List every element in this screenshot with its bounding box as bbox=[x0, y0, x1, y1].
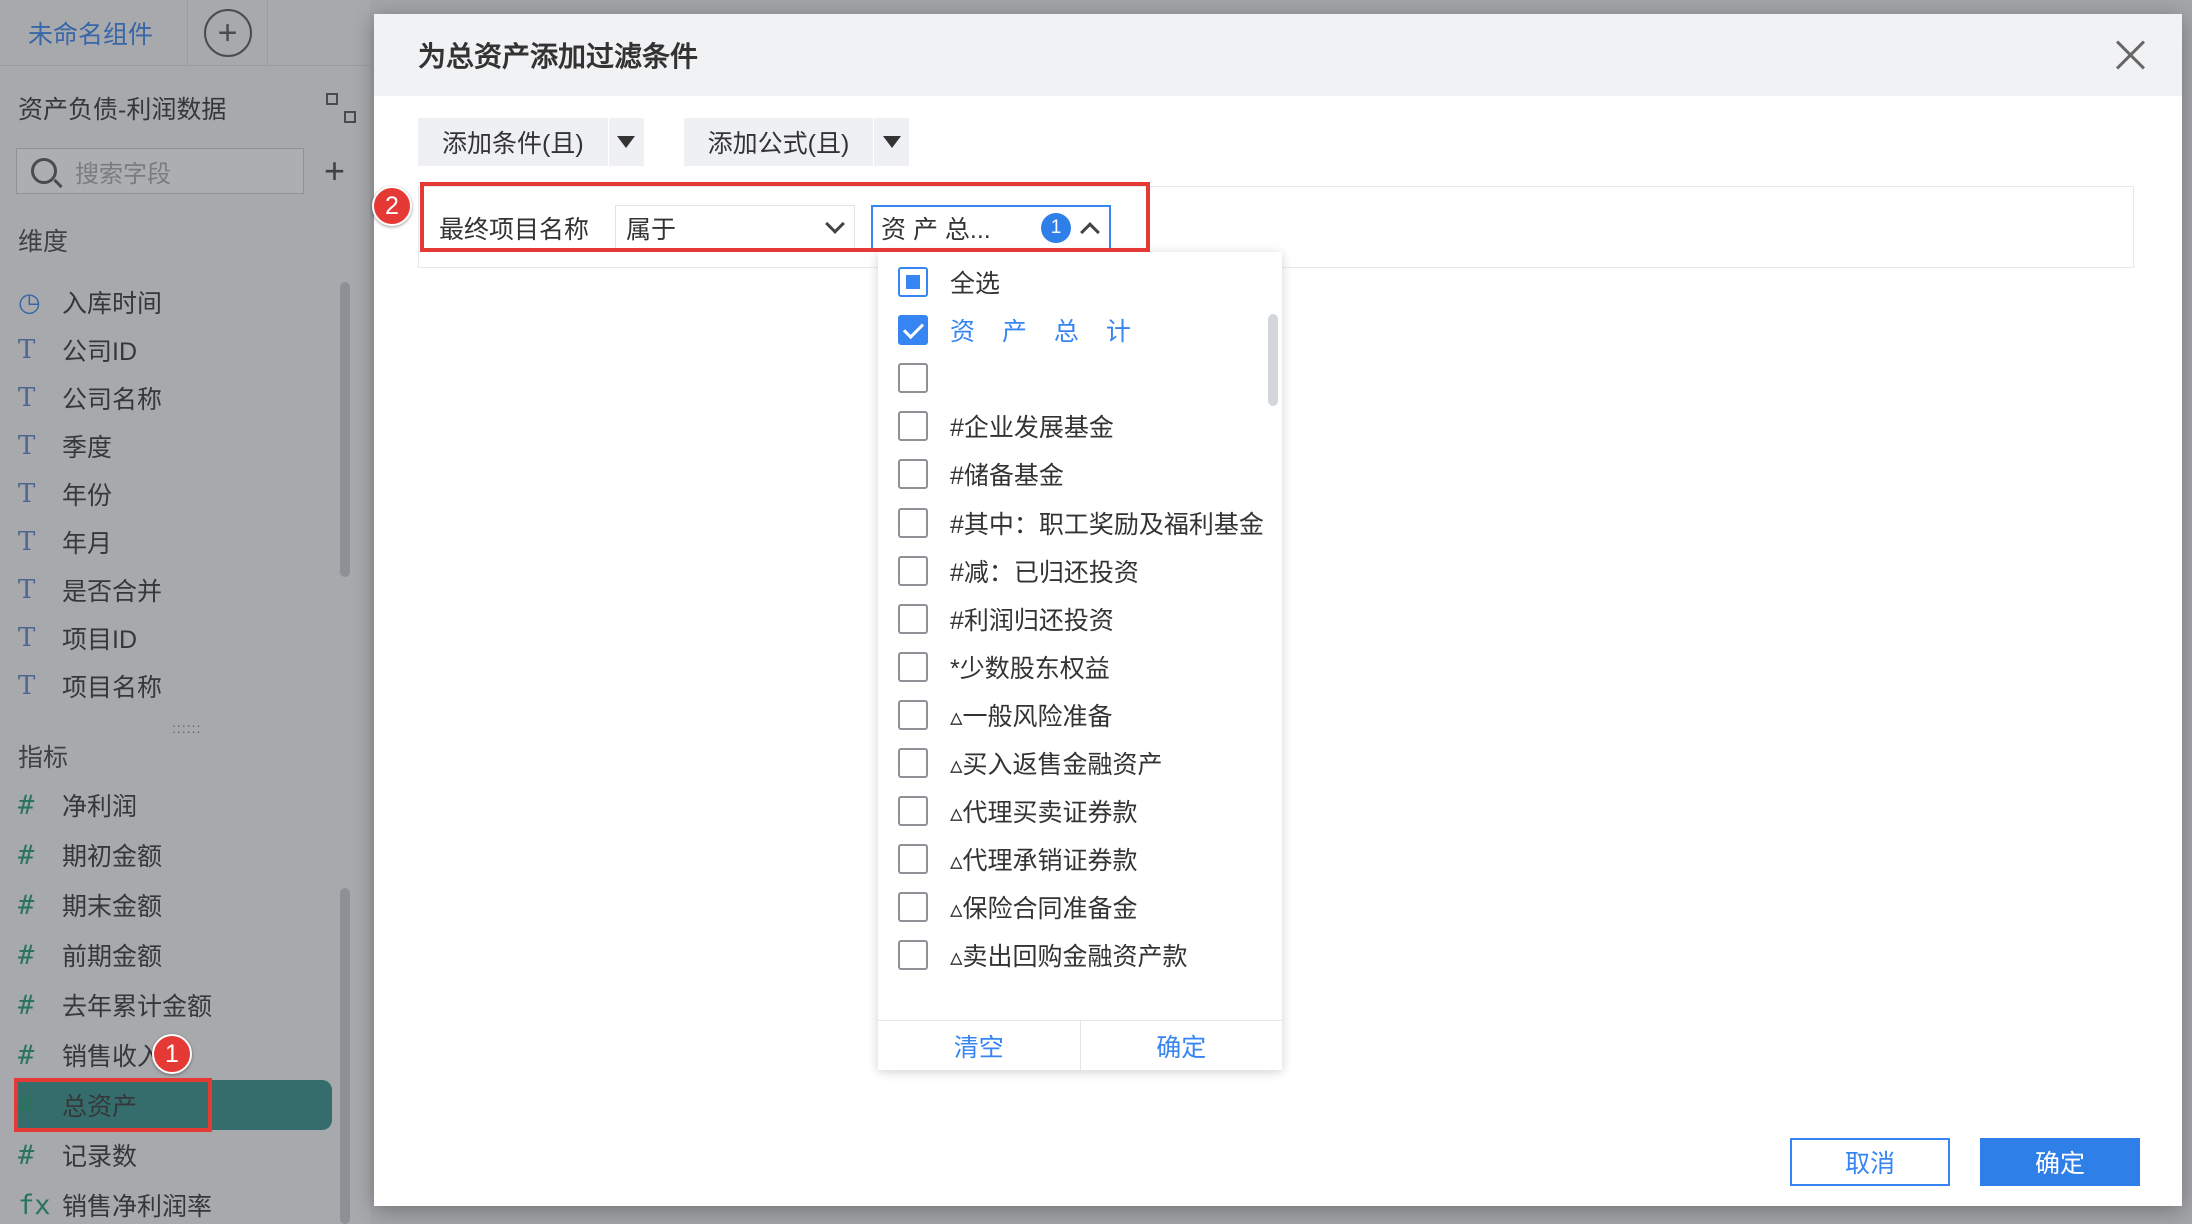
option-label: ▵保险合同准备金 bbox=[950, 895, 1138, 924]
option-item[interactable]: ▵一般风险准备 bbox=[878, 691, 1282, 739]
option-label: 资 产 总 计 bbox=[950, 318, 1141, 347]
add-condition-split-button: 添加条件(且) bbox=[418, 118, 644, 166]
add-formula-menu-button[interactable] bbox=[873, 118, 909, 166]
option-item[interactable]: *少数股东权益 bbox=[878, 643, 1282, 691]
option-label: ▵一般风险准备 bbox=[950, 702, 1113, 731]
add-condition-button[interactable]: 添加条件(且) bbox=[418, 118, 608, 166]
dialog-header: 为总资产添加过滤条件 bbox=[374, 14, 2182, 96]
checkbox[interactable] bbox=[898, 747, 928, 778]
checkbox[interactable] bbox=[898, 363, 928, 394]
option-label: #其中：职工奖励及福利基金 bbox=[950, 510, 1264, 539]
step-marker-2: 2 bbox=[372, 186, 412, 226]
option-label: ▵代理承销证券款 bbox=[950, 847, 1138, 876]
option-label: #企业发展基金 bbox=[950, 414, 1114, 443]
checkbox[interactable] bbox=[898, 459, 928, 490]
option-item[interactable]: #储备基金 bbox=[878, 450, 1282, 498]
dialog-title: 为总资产添加过滤条件 bbox=[418, 41, 699, 72]
checkbox[interactable] bbox=[898, 796, 928, 827]
option-label: #减：已归还投资 bbox=[950, 558, 1139, 587]
option-label: #储备基金 bbox=[950, 462, 1064, 491]
checkbox[interactable] bbox=[898, 940, 928, 971]
add-condition-menu-button[interactable] bbox=[607, 118, 644, 166]
add-buttons-row: 添加条件(且) 添加公式(且) bbox=[418, 118, 910, 166]
caret-down-icon bbox=[617, 136, 636, 148]
checkbox[interactable] bbox=[898, 411, 928, 442]
dropdown-footer: 清空 确定 bbox=[878, 1020, 1282, 1070]
add-formula-button[interactable]: 添加公式(且) bbox=[684, 118, 874, 166]
option-item[interactable]: #其中：职工奖励及福利基金 bbox=[878, 498, 1282, 546]
checkbox[interactable] bbox=[898, 651, 928, 682]
option-item[interactable]: 资 产 总 计 bbox=[878, 306, 1282, 354]
option-item[interactable]: #企业发展基金 bbox=[878, 402, 1282, 450]
option-item[interactable]: ▵代理承销证券款 bbox=[878, 835, 1282, 883]
dropdown-scrollbar[interactable] bbox=[1268, 314, 1278, 406]
checkbox[interactable] bbox=[898, 699, 928, 730]
clear-button[interactable]: 清空 bbox=[878, 1021, 1081, 1070]
option-item[interactable]: #减：已归还投资 bbox=[878, 547, 1282, 595]
checkbox[interactable] bbox=[898, 603, 928, 634]
option-item[interactable]: ▵保险合同准备金 bbox=[878, 883, 1282, 931]
ok-button[interactable]: 确定 bbox=[1980, 1138, 2140, 1186]
add-formula-split-button: 添加公式(且) bbox=[683, 118, 910, 166]
cancel-button[interactable]: 取消 bbox=[1790, 1138, 1950, 1186]
dialog-footer: 取消 确定 bbox=[1790, 1138, 2140, 1186]
option-item[interactable]: #利润归还投资 bbox=[878, 595, 1282, 643]
checkbox[interactable] bbox=[898, 507, 928, 538]
option-item[interactable] bbox=[878, 354, 1282, 402]
step-marker-1: 1 bbox=[152, 1034, 192, 1074]
option-label: #利润归还投资 bbox=[950, 606, 1114, 635]
highlight-box-total-assets bbox=[14, 1078, 212, 1132]
checkbox[interactable] bbox=[898, 892, 928, 923]
option-label: ▵买入返售金融资产 bbox=[950, 750, 1163, 779]
option-label: 全选 bbox=[950, 270, 1001, 299]
option-item[interactable]: ▵代理买卖证券款 bbox=[878, 787, 1282, 835]
option-label: ▵卖出回购金融资产款 bbox=[950, 943, 1188, 972]
value-dropdown: 全选 资 产 总 计 #企业发展基金 #储备基金 #其中：职工奖励及福利基金 #… bbox=[878, 252, 1282, 1070]
dropdown-confirm-button[interactable]: 确定 bbox=[1081, 1021, 1283, 1070]
close-icon[interactable] bbox=[2114, 38, 2148, 72]
checkbox[interactable] bbox=[898, 555, 928, 586]
checkbox-checked[interactable] bbox=[898, 315, 928, 346]
option-label: ▵代理买卖证券款 bbox=[950, 799, 1138, 828]
option-label: *少数股东权益 bbox=[950, 654, 1110, 683]
option-item[interactable]: ▵卖出回购金融资产款 bbox=[878, 931, 1282, 979]
highlight-box-condition bbox=[420, 182, 1150, 252]
checkbox[interactable] bbox=[898, 844, 928, 875]
option-list: 全选 资 产 总 计 #企业发展基金 #储备基金 #其中：职工奖励及福利基金 #… bbox=[878, 252, 1282, 992]
caret-down-icon bbox=[882, 136, 901, 148]
option-item[interactable]: ▵买入返售金融资产 bbox=[878, 739, 1282, 787]
option-select-all[interactable]: 全选 bbox=[878, 258, 1282, 306]
checkbox-partial[interactable] bbox=[898, 267, 928, 298]
